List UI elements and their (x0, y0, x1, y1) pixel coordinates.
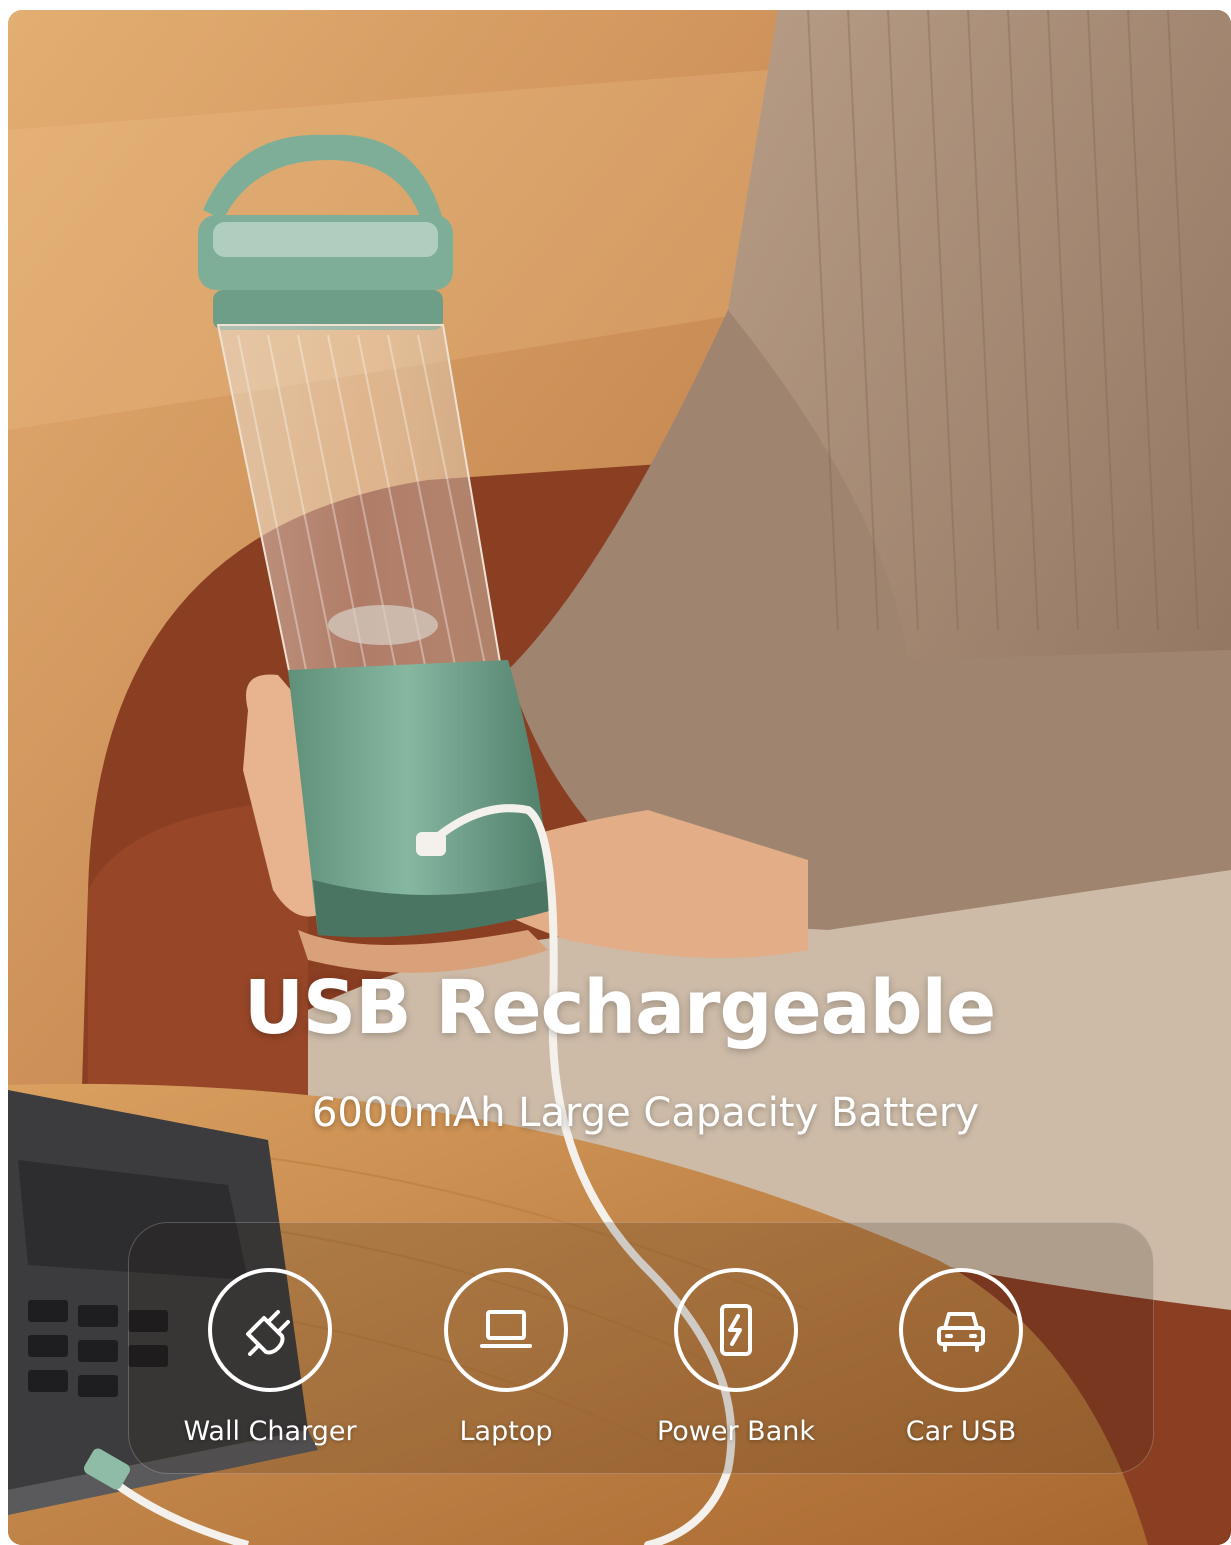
power-bank-icon (674, 1268, 798, 1392)
source-label: Car USB (905, 1416, 1017, 1447)
source-label: Power Bank (656, 1416, 816, 1447)
source-label: Laptop (459, 1416, 553, 1447)
source-power-bank: Power Bank (626, 1268, 846, 1447)
laptop-icon (444, 1268, 568, 1392)
headline: USB Rechargeable (243, 965, 996, 1051)
product-banner: USB Rechargeable 6000mAh Large Capacity … (8, 10, 1231, 1545)
source-car-usb: Car USB (851, 1268, 1071, 1447)
car-icon (899, 1268, 1023, 1392)
subheadline: 6000mAh Large Capacity Battery (311, 1090, 979, 1136)
source-laptop: Laptop (396, 1268, 616, 1447)
plug-icon (208, 1268, 332, 1392)
source-label: Wall Charger (183, 1416, 357, 1447)
source-wall-charger: Wall Charger (160, 1268, 380, 1447)
